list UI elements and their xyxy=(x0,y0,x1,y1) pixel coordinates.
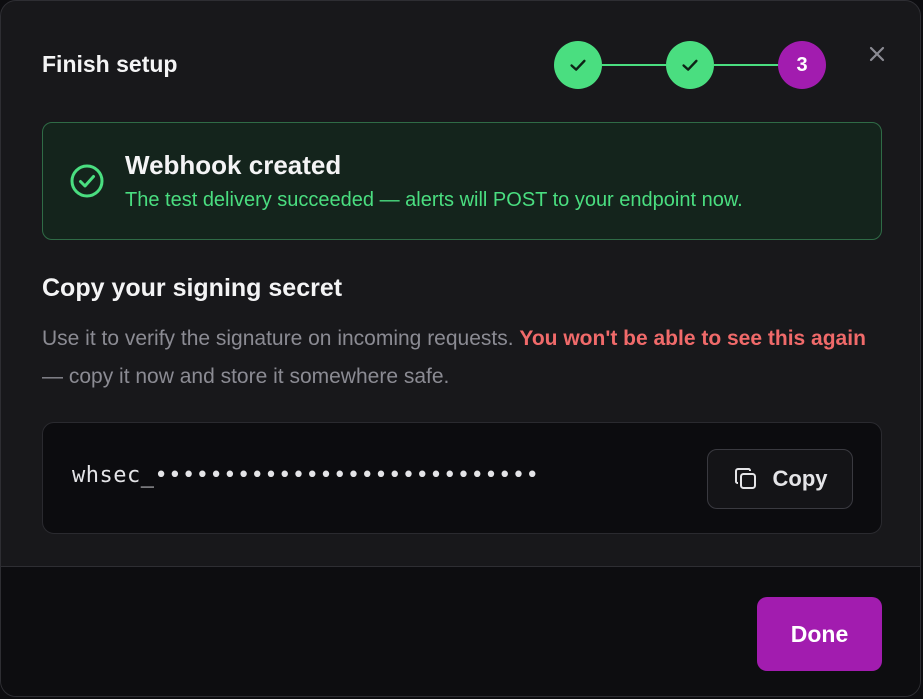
alert-title: Webhook created xyxy=(125,150,342,180)
stepper-connector xyxy=(602,64,666,66)
copy-icon xyxy=(734,468,756,489)
check-icon xyxy=(570,59,586,71)
section-description: Use it to verify the signature on incomi… xyxy=(42,320,892,396)
dialog-title: Finish setup xyxy=(42,51,178,77)
setup-stepper: 3 xyxy=(554,41,826,89)
step-2-complete xyxy=(666,41,714,89)
section-title: Copy your signing secret xyxy=(42,274,343,302)
alert-message: The test delivery succeeded — alerts wil… xyxy=(125,189,743,211)
warning-text: You won't be able to see this again xyxy=(519,327,866,350)
check-icon xyxy=(682,59,698,71)
finish-setup-dialog: Finish setup 3 Webhook created The test xyxy=(0,0,921,697)
success-alert: Webhook created The test delivery succee… xyxy=(42,122,882,240)
copy-button[interactable]: Copy xyxy=(707,449,853,509)
dialog-footer: Done xyxy=(1,566,920,696)
description-text-end: — copy it now and store it somewhere saf… xyxy=(42,365,450,388)
stepper-connector xyxy=(714,64,778,66)
step-3-current: 3 xyxy=(778,41,826,89)
step-1-complete xyxy=(554,41,602,89)
done-button[interactable]: Done xyxy=(757,597,882,671)
secret-field: whsec_•••••••••••••••••••••••••••• Copy xyxy=(42,422,882,534)
step-number: 3 xyxy=(796,53,808,76)
signing-secret-value: whsec_•••••••••••••••••••••••••••• xyxy=(72,463,540,488)
check-circle-icon xyxy=(70,164,104,198)
close-button[interactable] xyxy=(864,41,890,67)
close-icon xyxy=(869,46,885,62)
copy-button-label: Copy xyxy=(772,466,828,491)
description-text: Use it to verify the signature on incomi… xyxy=(42,327,520,350)
